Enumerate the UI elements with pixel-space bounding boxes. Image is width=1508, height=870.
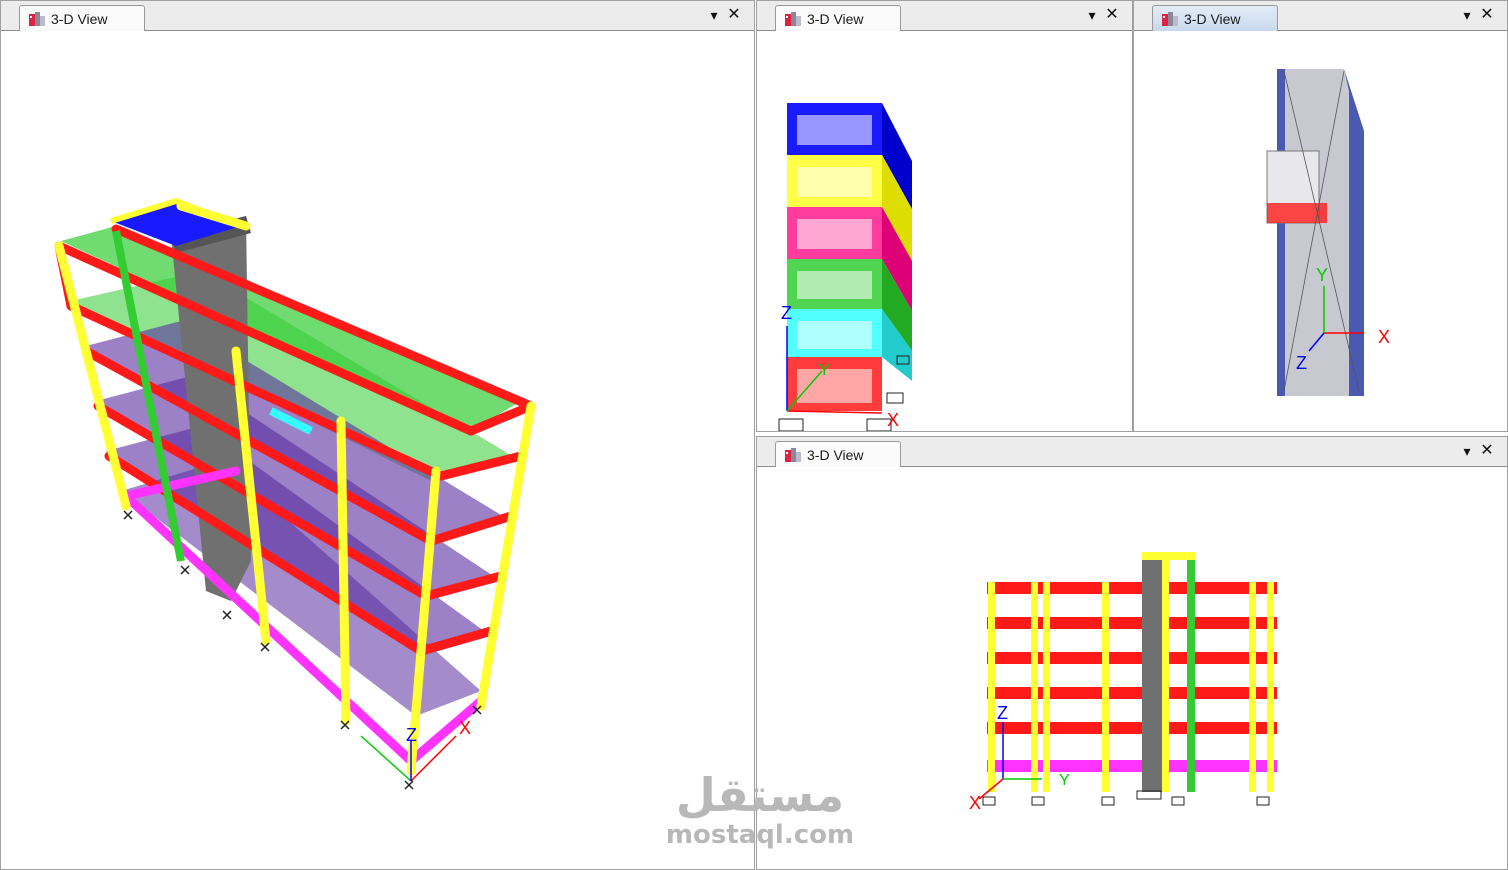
- dropdown-arrow-icon[interactable]: ▾: [706, 7, 722, 23]
- 3d-model-canvas[interactable]: X Y Z: [1134, 31, 1507, 431]
- view-tab[interactable]: 3-D View: [775, 5, 901, 31]
- axis-z-label: Z: [1296, 353, 1307, 373]
- axis-x-line: [786, 410, 883, 414]
- dropdown-arrow-icon[interactable]: ▾: [1084, 7, 1100, 23]
- 3d-view-icon: [1162, 12, 1178, 26]
- building-model-perspective: X Z: [54, 197, 536, 790]
- close-icon[interactable]: ✕: [1104, 7, 1120, 23]
- watermark-logo: مستقل mostaql.com: [660, 770, 860, 860]
- close-icon[interactable]: ✕: [1479, 443, 1495, 459]
- 3d-view-icon: [29, 12, 45, 26]
- 3d-model-canvas[interactable]: X Z: [1, 31, 754, 869]
- column-green: [1187, 552, 1195, 792]
- watermark-latin: mostaql.com: [665, 820, 855, 850]
- view-tab-label: 3-D View: [807, 11, 864, 27]
- view-tab-label: 3-D View: [1184, 11, 1241, 27]
- dropdown-arrow-icon[interactable]: ▾: [1459, 443, 1475, 459]
- view-titlebar: 3-D View ▾ ✕: [1134, 1, 1507, 31]
- view-tab[interactable]: 3-D View: [775, 441, 901, 467]
- axis-x-label: X: [1378, 327, 1390, 347]
- close-icon[interactable]: ✕: [726, 7, 742, 23]
- view-tab-label: 3-D View: [807, 447, 864, 463]
- view-tab[interactable]: 3-D View: [19, 5, 145, 31]
- 3d-model-canvas[interactable]: X Z Y: [757, 31, 1132, 431]
- ground-beam-magenta: [987, 760, 1277, 772]
- view-pane-4[interactable]: 3-D View ▾ ✕ Z Y X: [756, 436, 1508, 870]
- floor-beams-red: [987, 582, 1277, 734]
- view-pane-1[interactable]: 3-D View ▾ ✕ X Z: [0, 0, 755, 870]
- dropdown-arrow-icon[interactable]: ▾: [1459, 7, 1475, 23]
- 3d-view-icon: [785, 448, 801, 462]
- axis-y-label: Y: [819, 362, 830, 379]
- building-model-elevation: Z Y X: [969, 552, 1277, 813]
- axis-z-label: Z: [406, 725, 417, 745]
- view-titlebar: 3-D View ▾ ✕: [757, 437, 1507, 467]
- axis-x-label: X: [459, 718, 471, 738]
- view-tab-active[interactable]: 3-D View: [1152, 5, 1278, 31]
- core-wall: [1142, 552, 1162, 792]
- watermark-arabic: مستقل: [675, 768, 845, 822]
- supports: [982, 790, 1270, 806]
- view-pane-3[interactable]: 3-D View ▾ ✕ X Y Z: [1133, 0, 1508, 432]
- view-pane-2[interactable]: 3-D View ▾ ✕ X Z Y: [756, 0, 1133, 432]
- axis-y-label: Y: [1059, 772, 1070, 789]
- view-titlebar: 3-D View ▾ ✕: [757, 1, 1132, 31]
- view-tab-label: 3-D View: [51, 11, 108, 27]
- close-icon[interactable]: ✕: [1479, 7, 1495, 23]
- axis-x-label: X: [887, 410, 899, 430]
- view-titlebar: 3-D View ▾ ✕: [1, 1, 754, 31]
- axis-x-label: X: [969, 793, 981, 813]
- 3d-view-icon: [785, 12, 801, 26]
- building-model-plan: X Y Z: [1266, 69, 1390, 396]
- axis-z-label: Z: [997, 703, 1008, 723]
- axis-z-label: Z: [781, 303, 792, 323]
- 3d-model-canvas[interactable]: Z Y X: [757, 467, 1507, 869]
- building-model-front: X Z Y: [778, 103, 912, 431]
- axis-y-label: Y: [1316, 265, 1328, 285]
